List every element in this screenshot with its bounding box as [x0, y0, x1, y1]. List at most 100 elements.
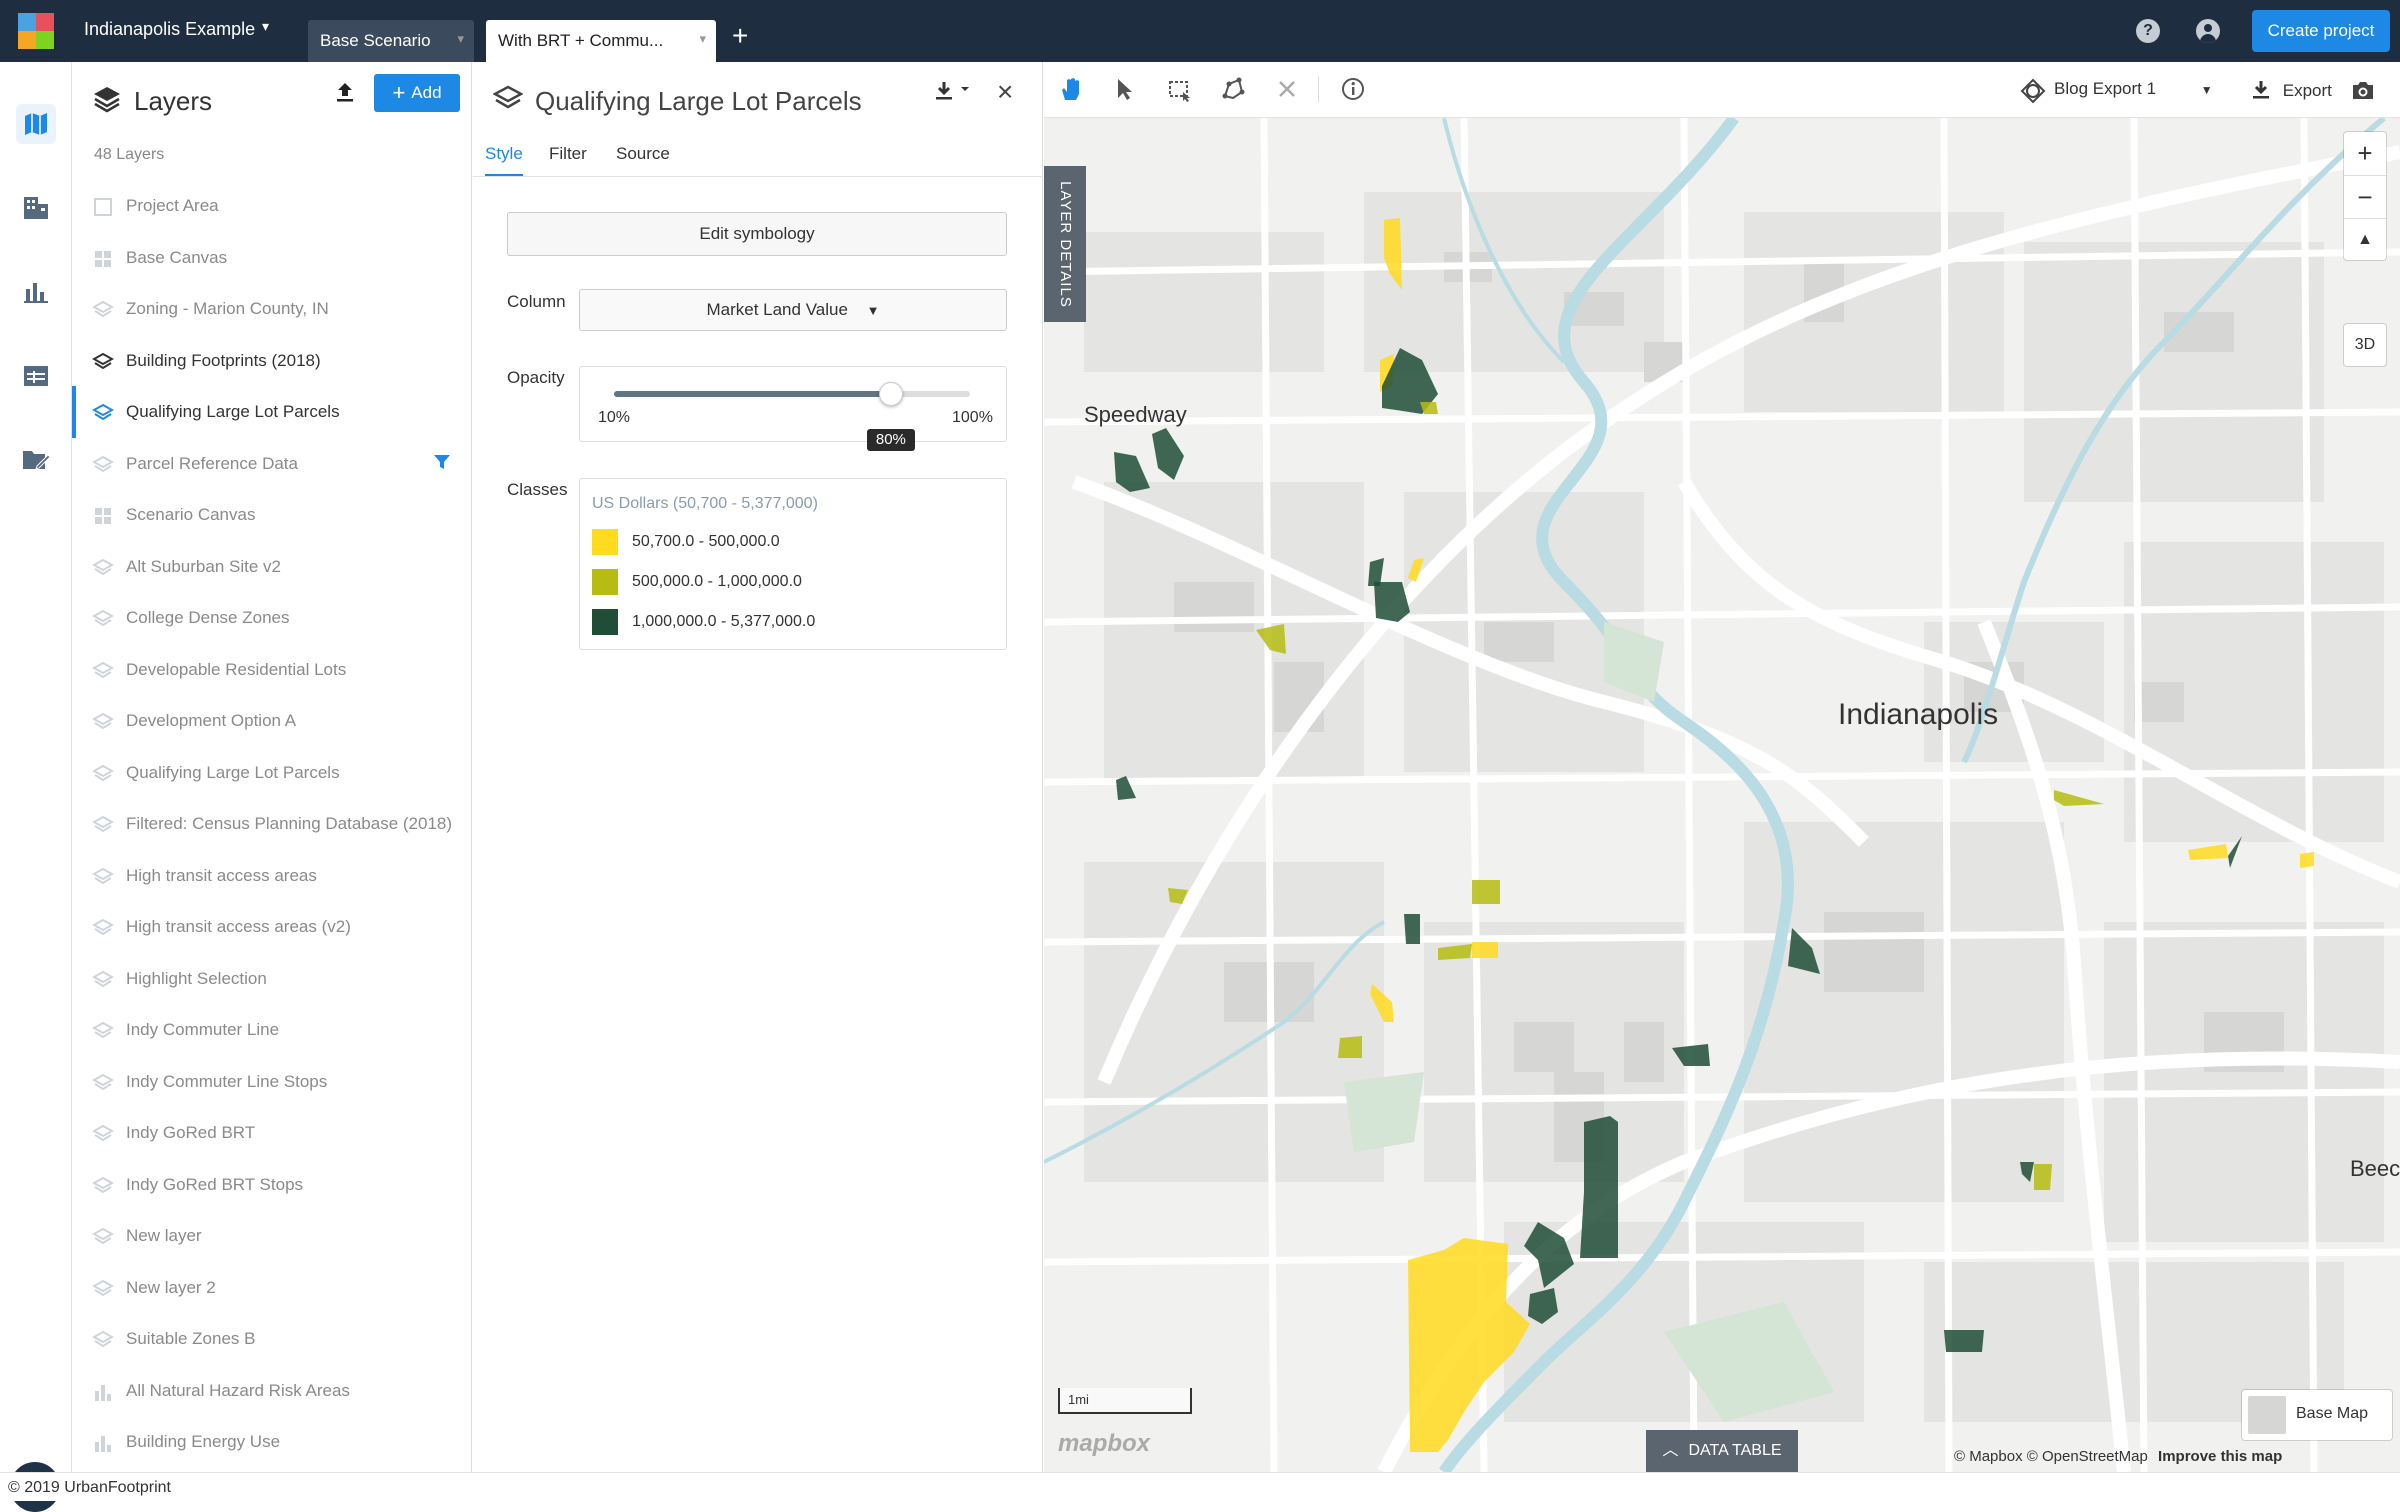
class-swatch[interactable] [592, 529, 618, 555]
upload-icon[interactable] [334, 80, 356, 109]
chevron-down-icon[interactable]: ▾ [699, 31, 706, 47]
layer-row[interactable]: New layer [72, 1210, 472, 1262]
layer-row[interactable]: Indy Commuter Line [72, 1004, 472, 1056]
class-swatch[interactable] [592, 569, 618, 595]
layer-row[interactable]: Developable Residential Lots [72, 644, 472, 696]
layers-icon[interactable] [91, 557, 115, 584]
layer-row[interactable]: High transit access areas [72, 850, 472, 902]
layer-row[interactable]: New layer 2 [72, 1262, 472, 1314]
chart-icon[interactable] [16, 272, 56, 312]
data-table-tab[interactable]: ︿ DATA TABLE [1646, 1430, 1798, 1472]
layers-icon[interactable] [91, 814, 115, 841]
user-icon[interactable] [2196, 19, 2220, 43]
layers-icon[interactable] [91, 1020, 115, 1047]
help-icon[interactable]: ? [2136, 19, 2160, 43]
layer-row[interactable]: Parcel Reference Data [72, 438, 472, 490]
layers-icon[interactable] [91, 454, 115, 481]
bar-chart-icon[interactable] [92, 1381, 114, 1408]
column-select[interactable]: Market Land Value ▼ [579, 289, 1007, 331]
layers-icon[interactable] [91, 299, 115, 326]
tab-filter[interactable]: Filter [549, 144, 587, 164]
edit-symbology-button[interactable]: Edit symbology [507, 212, 1007, 256]
base-map-button[interactable]: Base Map [2242, 1390, 2392, 1440]
map-view[interactable]: Blog Export 1 ▼ Export LAYER DETAILS + −… [1044, 62, 2400, 1472]
layers-icon[interactable] [91, 1123, 115, 1150]
select-box-icon[interactable] [1166, 76, 1192, 107]
tab-brt-commuter[interactable]: With BRT + Commu... ▾ [486, 20, 716, 62]
add-layer-button[interactable]: + Add [374, 74, 460, 112]
layer-row[interactable]: Filtered: Census Planning Database (2018… [72, 798, 472, 850]
layers-icon[interactable] [91, 763, 115, 790]
layer-row[interactable]: Qualifying Large Lot Parcels [72, 747, 472, 799]
layers-icon[interactable] [91, 917, 115, 944]
layers-icon[interactable] [91, 1072, 115, 1099]
layers-icon[interactable] [91, 711, 115, 738]
toggle-3d-button[interactable]: 3D [2344, 324, 2386, 366]
layers-icon[interactable] [91, 866, 115, 893]
layers-icon[interactable] [91, 1329, 115, 1356]
grid-icon[interactable] [92, 248, 114, 275]
layer-row[interactable]: Development Option A [72, 695, 472, 747]
saved-view-select[interactable]: Blog Export 1 ▼ [2054, 79, 2213, 99]
layers-icon[interactable] [91, 1226, 115, 1253]
layers-icon[interactable] [91, 969, 115, 996]
class-swatch[interactable] [592, 609, 618, 635]
layers-icon[interactable] [91, 402, 115, 429]
layer-row[interactable]: Highlight Selection [72, 953, 472, 1005]
layer-row[interactable]: Indy GoRed BRT Stops [72, 1159, 472, 1211]
layer-row[interactable]: Building Energy Use [72, 1416, 472, 1468]
filter-icon[interactable] [432, 452, 452, 477]
layers-icon[interactable] [91, 351, 115, 378]
layer-row[interactable]: Alt Suburban Site v2 [72, 541, 472, 593]
layer-row[interactable]: Base Canvas [72, 232, 472, 284]
mapbox-logo[interactable]: mapbox [1058, 1430, 1150, 1458]
building-icon[interactable] [16, 188, 56, 228]
chevron-down-icon[interactable]: ▾ [457, 31, 464, 47]
map-icon[interactable] [16, 104, 56, 144]
layer-row[interactable]: Indy Commuter Line Stops [72, 1056, 472, 1108]
polygon-icon[interactable] [92, 196, 114, 223]
layer-row[interactable]: Project Area [72, 180, 472, 232]
close-icon[interactable]: × [997, 78, 1013, 106]
layer-row[interactable]: High transit access areas (v2) [72, 901, 472, 953]
layer-row[interactable]: Indy GoRed BRT [72, 1107, 472, 1159]
opacity-slider[interactable]: 80% [614, 382, 970, 451]
layers-icon[interactable] [91, 608, 115, 635]
select-pointer-icon[interactable] [1112, 76, 1138, 107]
info-icon[interactable] [1340, 76, 1366, 107]
create-project-button[interactable]: Create project [2252, 10, 2390, 52]
table-icon[interactable] [16, 356, 56, 396]
bar-chart-icon[interactable] [92, 1432, 114, 1459]
zoom-in-button[interactable]: + [2344, 132, 2386, 174]
pan-hand-icon[interactable] [1058, 76, 1084, 107]
camera-icon[interactable] [2350, 78, 2376, 107]
folder-edit-icon[interactable] [16, 440, 56, 480]
layers-icon[interactable] [91, 660, 115, 687]
layer-row[interactable]: Suitable Zones B [72, 1313, 472, 1365]
layer-row[interactable]: Building Footprints (2018) [72, 335, 472, 387]
zoom-out-button[interactable]: − [2344, 175, 2386, 217]
layer-details-tab[interactable]: LAYER DETAILS [1044, 166, 1086, 322]
layer-row[interactable]: College Dense Zones [72, 592, 472, 644]
layers-icon[interactable] [91, 1175, 115, 1202]
layer-row[interactable]: Zoning - Marion County, IN [72, 283, 472, 335]
layer-row[interactable]: All Natural Hazard Risk Areas [72, 1365, 472, 1417]
project-name[interactable]: Indianapolis Example [84, 19, 255, 40]
polygon-select-icon[interactable] [1220, 76, 1246, 107]
export-button[interactable]: Export [2250, 79, 2332, 101]
layer-row[interactable]: Scenario Canvas [72, 489, 472, 541]
download-icon[interactable] [933, 80, 977, 109]
layers-icon[interactable] [91, 1278, 115, 1305]
tab-base-scenario[interactable]: Base Scenario ▾ [308, 20, 474, 62]
map-canvas[interactable] [1044, 62, 2400, 1472]
clear-selection-icon[interactable] [1274, 76, 1300, 107]
tab-source[interactable]: Source [616, 144, 670, 164]
opacity-slider-handle[interactable] [878, 382, 903, 406]
project-dropdown-icon[interactable]: ▾ [262, 18, 269, 35]
compass-icon[interactable]: ▲ [2344, 218, 2386, 260]
grid-icon[interactable] [92, 505, 114, 532]
improve-map-link[interactable]: Improve this map [2158, 1448, 2282, 1465]
app-logo[interactable] [18, 13, 54, 49]
layer-row[interactable]: Qualifying Large Lot Parcels [72, 386, 472, 438]
add-scenario-icon[interactable]: + [732, 22, 748, 50]
